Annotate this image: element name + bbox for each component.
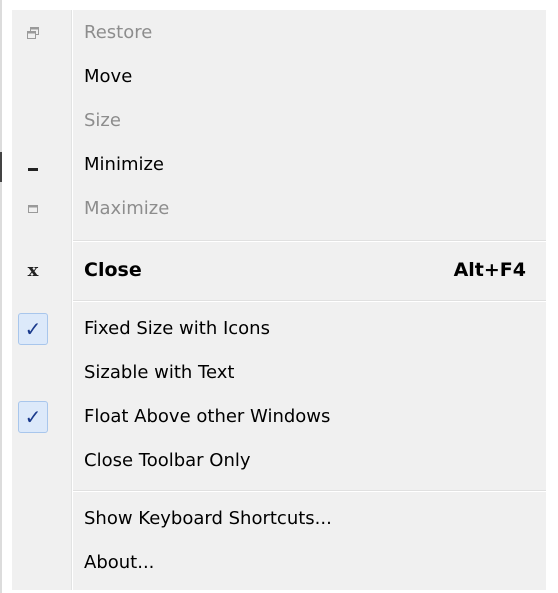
- menu-item-label: Close: [84, 259, 142, 281]
- menu-item-fixed-size-with-icons[interactable]: ✓ Fixed Size with Icons: [12, 307, 546, 351]
- menu-item-label: Sizable with Text: [84, 362, 235, 383]
- menu-item-float-above-other-windows[interactable]: ✓ Float Above other Windows: [12, 395, 546, 439]
- menu-item-move[interactable]: Move: [12, 55, 546, 99]
- menu-item-label: Close Toolbar Only: [84, 450, 251, 471]
- shortcut-label: Alt+F4: [453, 259, 526, 281]
- window-edge: [0, 0, 2, 593]
- menu-item-label: Maximize: [84, 198, 170, 219]
- menu-item-about[interactable]: About...: [12, 541, 546, 585]
- menu-separator: [73, 300, 546, 302]
- menu-item-sizable-with-text[interactable]: Sizable with Text: [12, 351, 546, 395]
- system-context-menu: Restore Move Size Minimize Maximize x Cl…: [12, 10, 546, 590]
- menu-item-minimize[interactable]: Minimize: [12, 143, 546, 187]
- menu-item-label: Float Above other Windows: [84, 406, 331, 427]
- menu-separator: [73, 490, 546, 492]
- menu-item-label: Size: [84, 110, 121, 131]
- checkmark-icon: ✓: [16, 400, 50, 434]
- maximize-icon: [16, 192, 50, 226]
- screenshot-canvas: Restore Move Size Minimize Maximize x Cl…: [0, 0, 558, 593]
- menu-item-label: Show Keyboard Shortcuts...: [84, 508, 332, 529]
- minimize-icon: [16, 148, 50, 182]
- close-icon: x: [27, 259, 39, 281]
- menu-item-size[interactable]: Size: [12, 99, 546, 143]
- menu-separator: [73, 240, 546, 242]
- window-edge-accent: [0, 152, 2, 182]
- menu-item-label: Fixed Size with Icons: [84, 318, 270, 339]
- menu-item-label: About...: [84, 552, 155, 573]
- restore-icon: [16, 16, 50, 50]
- menu-item-close-toolbar-only[interactable]: Close Toolbar Only: [12, 439, 546, 483]
- menu-item-label: Minimize: [84, 154, 164, 175]
- menu-item-show-keyboard-shortcuts[interactable]: Show Keyboard Shortcuts...: [12, 497, 546, 541]
- menu-item-restore[interactable]: Restore: [12, 11, 546, 55]
- menu-item-close[interactable]: x Close Alt+F4: [12, 248, 546, 292]
- menu-item-label: Restore: [84, 22, 153, 43]
- checkmark-icon: ✓: [16, 312, 50, 346]
- menu-item-label: Move: [84, 66, 133, 87]
- menu-item-maximize[interactable]: Maximize: [12, 187, 546, 231]
